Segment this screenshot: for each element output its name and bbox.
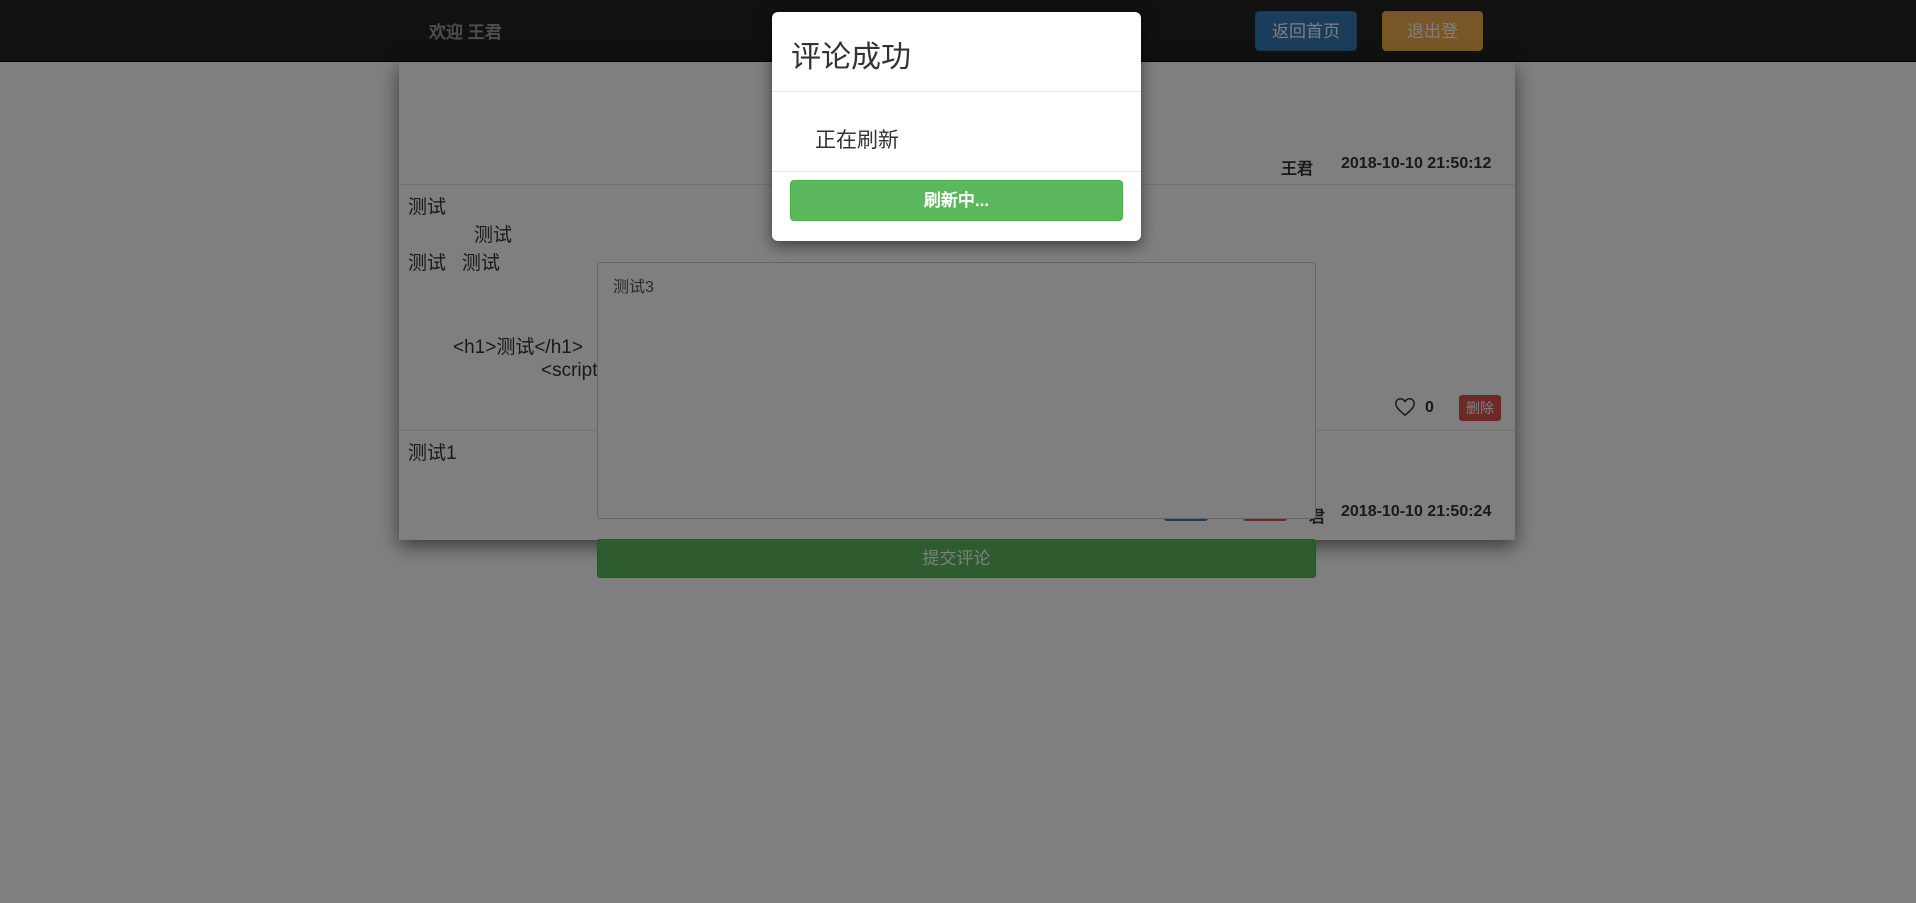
modal-body: 正在刷新 [772, 92, 1141, 172]
success-modal: 评论成功 正在刷新 刷新中... [772, 12, 1141, 241]
modal-header: 评论成功 [772, 12, 1141, 92]
modal-title: 评论成功 [791, 41, 911, 74]
refreshing-button[interactable]: 刷新中... [790, 180, 1123, 221]
modal-message: 正在刷新 [815, 129, 899, 152]
